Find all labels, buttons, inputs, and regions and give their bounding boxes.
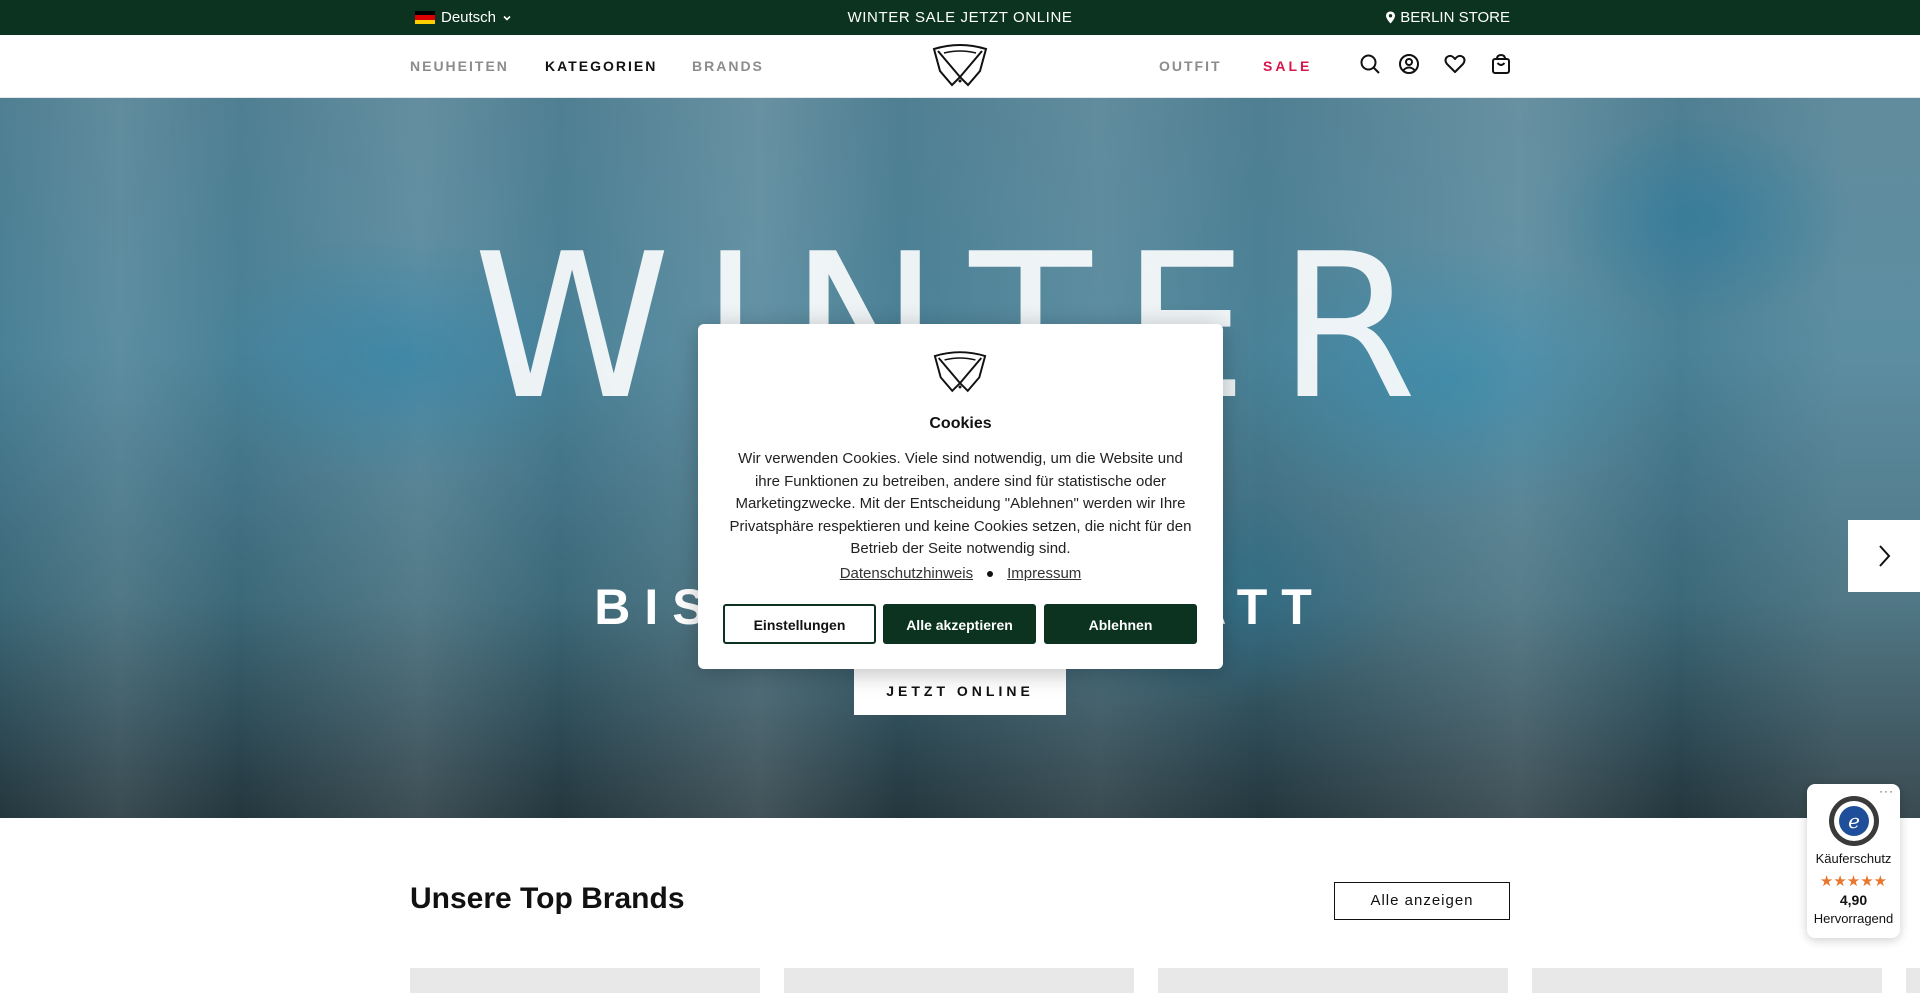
store-link[interactable]: BERLIN STORE xyxy=(1385,9,1510,26)
nav-item-brands[interactable]: BRANDS xyxy=(692,58,764,74)
top-bar: Deutsch WINTER SALE JETZT ONLINE BERLIN … xyxy=(0,0,1920,35)
location-pin-icon xyxy=(1386,11,1396,24)
cookie-settings-button[interactable]: Einstellungen xyxy=(723,604,876,644)
cookie-accept-all-button[interactable]: Alle akzeptieren xyxy=(883,604,1036,644)
brand-card[interactable] xyxy=(1532,968,1882,993)
rating-stars: ★★★★★ xyxy=(1819,873,1888,890)
show-all-brands-button[interactable]: Alle anzeigen xyxy=(1334,882,1510,920)
cookie-dialog-title: Cookies xyxy=(929,415,992,432)
slider-next-button[interactable] xyxy=(1848,520,1920,592)
promo-text: WINTER SALE JETZT ONLINE xyxy=(847,9,1073,26)
main-navigation: NEUHEITEN KATEGORIEN BRANDS OUTFIT SALE xyxy=(0,35,1920,98)
nav-item-kategorien[interactable]: KATEGORIEN xyxy=(545,58,657,74)
language-label: Deutsch xyxy=(441,9,497,26)
brand-card[interactable] xyxy=(1158,968,1508,993)
brand-card[interactable] xyxy=(784,968,1134,993)
cookie-dialog-logo xyxy=(933,351,987,393)
buyer-protection-label: Käuferschutz xyxy=(1815,851,1892,866)
trusted-shops-badge[interactable]: ··· e Käuferschutz ★★★★★ 4,90 Hervorrage… xyxy=(1807,784,1900,938)
nav-item-sale[interactable]: SALE xyxy=(1263,58,1312,74)
cookie-dialog-links: Datenschutzhinweis Impressum xyxy=(698,565,1223,582)
brand-card[interactable] xyxy=(410,968,760,993)
hero-cta-button[interactable]: JETZT ONLINE xyxy=(854,667,1066,715)
nav-item-outfit[interactable]: OUTFIT xyxy=(1159,58,1222,74)
germany-flag-icon xyxy=(415,11,435,24)
rating-verdict: Hervorragend xyxy=(1813,911,1894,926)
cookie-decline-button[interactable]: Ablehnen xyxy=(1044,604,1197,644)
section-title-top-brands: Unsere Top Brands xyxy=(410,882,685,915)
cookie-dialog-text: Wir verwenden Cookies. Viele sind notwen… xyxy=(729,450,1192,557)
cart-icon[interactable] xyxy=(1489,52,1513,76)
svg-text:e: e xyxy=(1848,809,1860,833)
account-icon[interactable] xyxy=(1397,52,1421,76)
rating-value: 4,90 xyxy=(1839,892,1868,908)
cookie-consent-dialog: Cookies Wir verwenden Cookies. Viele sin… xyxy=(698,324,1223,669)
wishlist-icon[interactable] xyxy=(1443,52,1467,76)
chevron-down-icon xyxy=(503,15,511,21)
chevron-right-icon xyxy=(1879,545,1891,567)
brand-card[interactable] xyxy=(1906,968,1920,993)
privacy-link[interactable]: Datenschutzhinweis xyxy=(840,565,973,582)
separator-dot xyxy=(987,571,994,578)
trusted-shops-seal-icon: e xyxy=(1829,796,1879,846)
nav-item-neuheiten[interactable]: NEUHEITEN xyxy=(410,58,509,74)
search-icon[interactable] xyxy=(1358,52,1382,76)
store-label: BERLIN STORE xyxy=(1400,9,1510,26)
language-selector[interactable]: Deutsch xyxy=(415,9,512,26)
more-options-icon[interactable]: ··· xyxy=(1879,784,1894,798)
shop-logo[interactable] xyxy=(930,43,990,88)
imprint-link[interactable]: Impressum xyxy=(1007,565,1081,582)
